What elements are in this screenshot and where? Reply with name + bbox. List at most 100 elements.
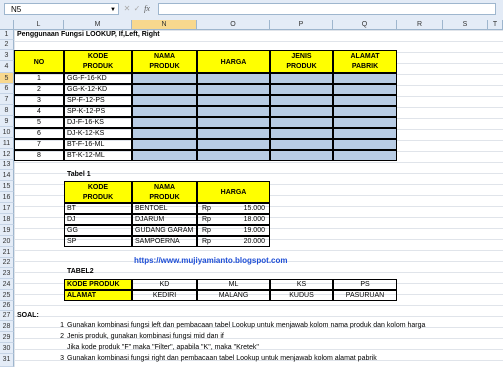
cell-alamat[interactable] [333,150,397,161]
tabel2-code[interactable]: ML [197,279,270,290]
cell-nama[interactable] [132,84,197,95]
tabel1-nama[interactable]: BENTOEL [132,203,197,214]
header-jenis-produk[interactable]: JENIS PRODUK [270,50,333,73]
cell-harga[interactable] [197,73,270,84]
insert-function-button[interactable]: fx [142,3,152,15]
cell-kode[interactable]: DJ-K-12-KS [64,128,132,139]
row-header[interactable]: 8 [0,105,14,116]
tabel2-address[interactable]: PASURUAN [333,290,397,301]
header-harga[interactable]: HARGA [197,50,270,73]
tabel2-code[interactable]: PS [333,279,397,290]
column-header-T[interactable]: T [488,20,503,30]
tabel1-harga[interactable]: Rp 15.000 [197,203,270,214]
row-header[interactable]: 11 [0,138,14,149]
cell-harga[interactable] [197,84,270,95]
tabel1-header-harga[interactable]: HARGA [197,181,270,203]
tabel1-kode[interactable]: DJ [64,214,132,225]
row-header[interactable]: 31 [0,354,14,367]
row-header[interactable]: 23 [0,268,14,279]
row-header[interactable]: 19 [0,225,14,236]
tabel1-nama[interactable]: GUDANG GARAM [132,225,197,236]
tabel2-address[interactable]: KUDUS [270,290,333,301]
cell-jenis[interactable] [270,139,333,150]
cell-no[interactable]: 7 [14,139,64,150]
row-header[interactable]: 1 [0,30,14,40]
tabel1-harga[interactable]: Rp 19.000 [197,225,270,236]
cell-harga[interactable] [197,139,270,150]
row-header[interactable]: 10 [0,127,14,138]
row-header[interactable]: 4 [0,61,14,73]
row-header[interactable]: 22 [0,258,14,268]
header-kode-produk[interactable]: KODE PRODUK [64,50,132,73]
cell-alamat[interactable] [333,117,397,128]
tabel1-kode[interactable]: GG [64,225,132,236]
active-cell-cursor[interactable] [131,72,198,85]
cell-alamat[interactable] [333,128,397,139]
tabel2-code[interactable]: KD [132,279,197,290]
row-header[interactable]: 16 [0,192,14,203]
column-header-M[interactable]: M [64,20,132,30]
row-header[interactable]: 14 [0,170,14,181]
cell-harga[interactable] [197,95,270,106]
cell-kode[interactable]: BT-K-12-ML [64,150,132,161]
row-header[interactable]: 3 [0,50,14,61]
cell-kode[interactable]: GG-F-16-KD [64,73,132,84]
row-header[interactable]: 27 [0,311,14,321]
cell-no[interactable]: 6 [14,128,64,139]
tabel2-label-alamat[interactable]: ALAMAT [64,290,132,301]
row-header[interactable]: 9 [0,116,14,127]
header-no[interactable]: NO [14,50,64,73]
cell-harga[interactable] [197,150,270,161]
cell-jenis[interactable] [270,95,333,106]
cell-no[interactable]: 3 [14,95,64,106]
cell-nama[interactable] [132,128,197,139]
cell-jenis[interactable] [270,73,333,84]
column-header-S[interactable]: S [443,20,488,30]
cell-jenis[interactable] [270,106,333,117]
row-header[interactable]: 2 [0,40,14,50]
cell-jenis[interactable] [270,150,333,161]
column-header-L[interactable]: L [14,20,64,30]
tabel2-code[interactable]: KS [270,279,333,290]
cell-nama[interactable] [132,150,197,161]
row-header[interactable]: 28 [0,321,14,332]
cell-kode[interactable]: DJ-F-16-KS [64,117,132,128]
cell-kode[interactable]: SP-F-12-PS [64,95,132,106]
cell-harga[interactable] [197,106,270,117]
row-header[interactable]: 15 [0,181,14,192]
cell-alamat[interactable] [333,106,397,117]
row-header[interactable]: 21 [0,247,14,258]
row-header[interactable]: 30 [0,343,14,354]
tabel1-kode[interactable]: SP [64,236,132,247]
cell-no[interactable]: 1 [14,73,64,84]
cell-harga[interactable] [197,128,270,139]
cancel-icon[interactable]: ✕ [122,3,132,15]
row-header[interactable]: 13 [0,160,14,170]
header-alamat-pabrik[interactable]: ALAMAT PABRIK [333,50,397,73]
cell-jenis[interactable] [270,128,333,139]
column-header-O[interactable]: O [197,20,270,30]
row-header[interactable]: 5 [0,73,14,84]
cell-alamat[interactable] [333,73,397,84]
row-header[interactable]: 20 [0,236,14,247]
cell-harga[interactable] [197,117,270,128]
name-box[interactable]: N5 ▼ [4,3,119,15]
column-header-P[interactable]: P [270,20,333,30]
cell-nama[interactable] [132,95,197,106]
row-header[interactable]: 24 [0,279,14,290]
tabel2-address[interactable]: MALANG [197,290,270,301]
tabel2-address[interactable]: KEDIRI [132,290,197,301]
tabel1-nama[interactable]: DJARUM [132,214,197,225]
cell-jenis[interactable] [270,84,333,95]
cell-nama[interactable] [132,117,197,128]
row-header[interactable]: 18 [0,214,14,225]
cell-no[interactable]: 2 [14,84,64,95]
tabel2-label-kode[interactable]: KODE PRODUK [64,279,132,290]
row-header[interactable]: 17 [0,203,14,214]
enter-icon[interactable]: ✓ [132,3,142,15]
row-header[interactable]: 26 [0,301,14,311]
tabel1-kode[interactable]: BT [64,203,132,214]
cell-alamat[interactable] [333,95,397,106]
row-header[interactable]: 6 [0,84,14,94]
cell-nama[interactable] [132,139,197,150]
